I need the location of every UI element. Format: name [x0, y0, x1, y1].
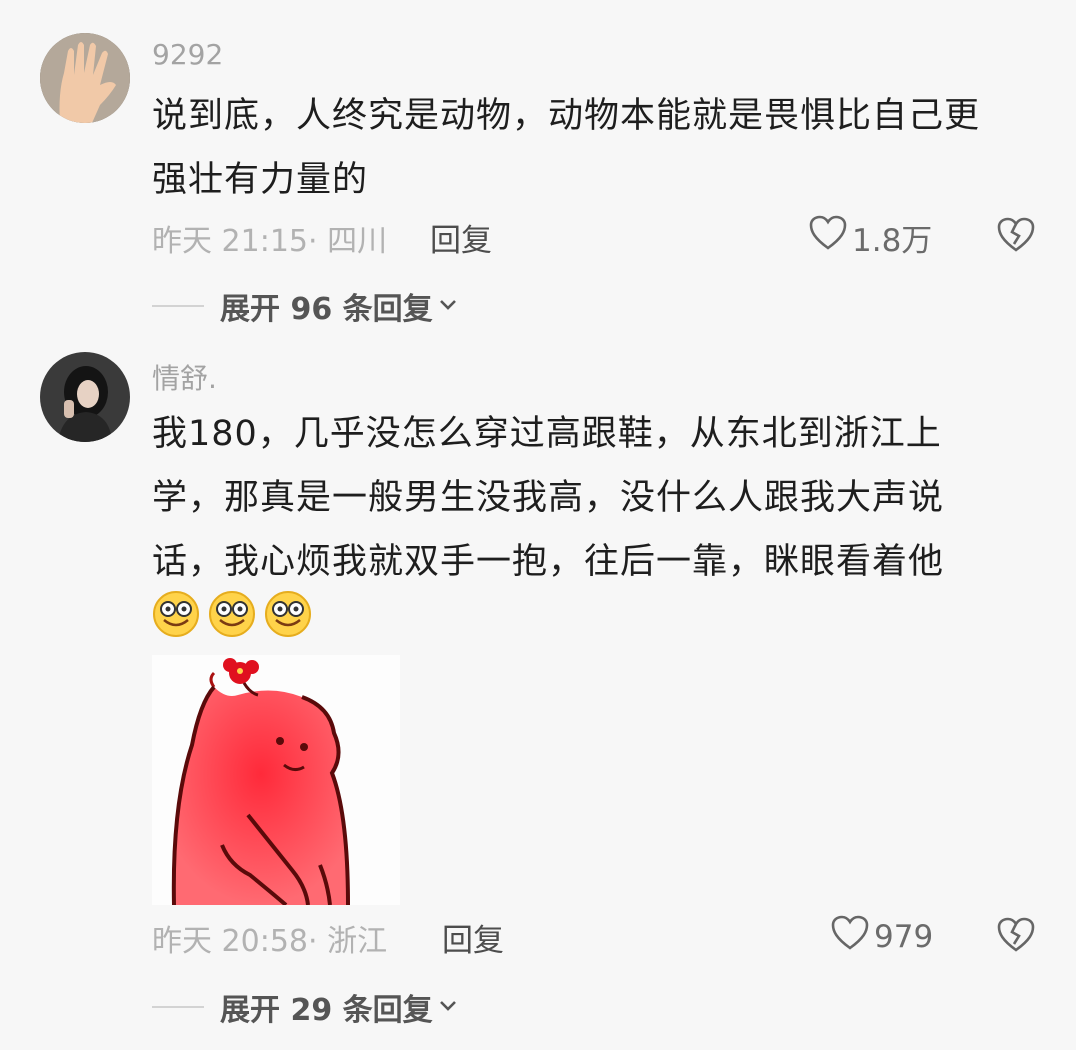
avatar[interactable] — [40, 33, 130, 123]
expand-replies-label: 展开 96 条回复 — [220, 292, 433, 327]
broken-heart-icon — [996, 217, 1036, 258]
smile-emoji-icon — [152, 590, 200, 642]
comment-meta: 昨天 20:58· 浙江 — [152, 924, 388, 959]
expand-replies-label: 展开 29 条回复 — [220, 993, 433, 1028]
chevron-down-icon — [437, 289, 459, 324]
sticker-image[interactable] — [152, 655, 400, 905]
expand-replies-button[interactable]: 展开 29 条回复 — [152, 985, 459, 1029]
broken-heart-icon — [996, 917, 1036, 958]
username[interactable]: 9292 — [152, 38, 223, 71]
emoji-row — [152, 590, 312, 642]
smile-emoji-icon — [264, 590, 312, 642]
like-count: 1.8万 — [852, 222, 933, 259]
like-count: 979 — [874, 919, 934, 955]
divider-line — [152, 305, 204, 307]
divider-line — [152, 1006, 204, 1008]
heart-icon — [808, 214, 848, 260]
chevron-down-icon — [437, 990, 459, 1025]
like-button[interactable]: 979 — [830, 914, 933, 960]
username[interactable]: 情舒. — [152, 357, 217, 397]
like-button[interactable]: 1.8万 — [808, 214, 932, 260]
avatar[interactable] — [40, 352, 130, 442]
comment-text: 我180，几乎没怎么穿过高跟鞋，从东北到浙江上 学，那真是一般男生没我高，没什么… — [152, 414, 945, 582]
dislike-button[interactable] — [996, 916, 1036, 958]
comment-meta: 昨天 21:15· 四川 — [152, 224, 388, 259]
smile-emoji-icon — [208, 590, 256, 642]
dislike-button[interactable] — [996, 216, 1036, 258]
reply-button[interactable]: 回复 — [442, 915, 504, 960]
comment-text: 说到底，人终究是动物，动物本能就是畏惧比自己更 强壮有力量的 — [152, 96, 981, 200]
expand-replies-button[interactable]: 展开 96 条回复 — [152, 284, 459, 328]
heart-icon — [830, 914, 870, 960]
reply-button[interactable]: 回复 — [430, 215, 492, 260]
